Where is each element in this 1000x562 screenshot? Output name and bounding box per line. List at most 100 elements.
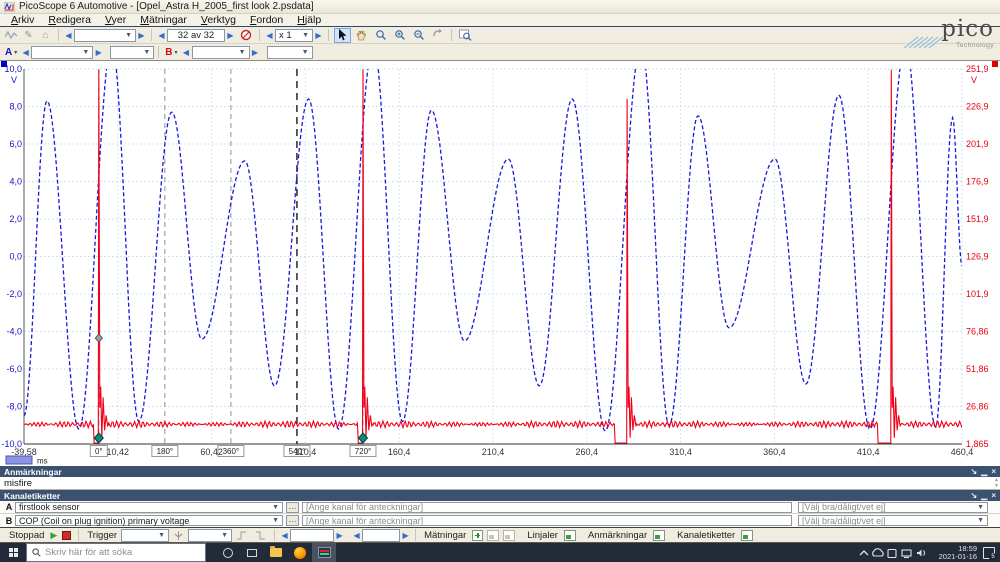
edit-measurement-button[interactable] (487, 529, 500, 541)
edit-pencil-icon[interactable]: ✎ (21, 28, 36, 42)
panel-minimize-icon[interactable]: ▁ (981, 467, 987, 476)
channel-quality-select[interactable]: [Välj bra/dåligt/vet ej] ▼ (798, 515, 988, 526)
rising-edge-icon[interactable] (233, 528, 250, 543)
zoom-marquee-tool-button[interactable] (372, 28, 389, 43)
channel-label-rows: Afirstlook sensor▼… [Välj bra/dåligt/vet … (0, 501, 1000, 528)
file-explorer-icon[interactable] (264, 543, 288, 562)
cortana-icon[interactable] (216, 543, 240, 562)
panel-close-icon[interactable]: × (991, 467, 996, 476)
channel-label-browse-button[interactable]: … (286, 501, 299, 513)
channel-labels-button[interactable] (741, 529, 754, 541)
rulers-button[interactable] (563, 529, 576, 541)
svg-text:V: V (971, 75, 977, 85)
channel-a-probe-select[interactable]: ▼ (110, 45, 155, 59)
panel-minimize-icon[interactable]: ▁ (981, 491, 987, 500)
prev-view-button[interactable]: ◀ (63, 31, 74, 40)
pan-hand-tool-button[interactable] (353, 28, 370, 43)
start-capture-icon[interactable]: ▶ (50, 530, 57, 541)
channel-b-probe-select[interactable]: ▼ (266, 45, 313, 59)
panel-float-icon[interactable]: ↘ (970, 491, 977, 500)
falling-edge-icon[interactable] (252, 528, 269, 543)
panel-close-icon[interactable]: × (991, 491, 996, 500)
zoom-overview-window-button[interactable] (457, 28, 474, 43)
select-tool-button[interactable] (334, 27, 351, 43)
channel-b-axis-marker[interactable] (992, 61, 998, 67)
svg-text:4,0: 4,0 (9, 177, 22, 187)
zoom-level-select[interactable]: x 1 ▼ (275, 28, 313, 42)
trigger-level-down-button[interactable]: ◀ (279, 531, 290, 540)
home-icon[interactable]: ⌂ (38, 28, 53, 42)
trigger-level-value[interactable] (290, 528, 335, 542)
prev-buffer-button[interactable]: ◀ (156, 31, 167, 40)
new-waveform-icon[interactable] (4, 28, 19, 42)
menu-item-verktyg[interactable]: Verktyg (194, 14, 243, 26)
next-buffer-button[interactable]: ▶ (225, 31, 236, 40)
menu-item-hjälp[interactable]: Hjälp (290, 14, 328, 26)
tray-icons[interactable] (857, 546, 933, 560)
channel-b-label[interactable]: B (165, 47, 172, 58)
panel-float-icon[interactable]: ↘ (970, 467, 977, 476)
menu-item-fordon[interactable]: Fordon (243, 14, 290, 26)
annotations-text-area[interactable]: misfire ▲ ▼ (0, 477, 1000, 490)
view-select[interactable]: ▼ (74, 28, 136, 42)
channel-b-range-select[interactable]: ▼ (191, 45, 250, 59)
channel-a-label[interactable]: A (5, 47, 12, 58)
svg-text:0,0: 0,0 (9, 252, 22, 262)
taskbar-search-input[interactable]: Skriv här för att söka (26, 543, 206, 562)
time-offset-box[interactable] (5, 455, 33, 465)
task-view-icon[interactable] (240, 543, 264, 562)
taskbar-clock[interactable]: 18:59 2021-01-16 (939, 544, 977, 561)
zoom-out-step-button[interactable]: ◀ (264, 31, 275, 40)
trigger-mode-select[interactable]: ▼ (121, 528, 170, 542)
ruler-partition-diamond[interactable] (94, 333, 103, 343)
svg-text:360,4: 360,4 (763, 447, 786, 457)
scope-graph[interactable]: 0° 180° 360° 540° 720°10,08,06,04,02,00,0-2,… (0, 61, 1000, 466)
svg-text:720°: 720° (355, 447, 372, 456)
waveform-area[interactable]: 0° 180° 360° 540° 720° 10,0 8,0 6,0 4,0 2,0 0,0 -2,… (0, 61, 1000, 466)
pretrigger-up-button[interactable]: ▶ (400, 531, 411, 540)
pretrigger-down-button[interactable]: ◀ (351, 531, 362, 540)
channel-a-options-icon[interactable]: ▾ (14, 49, 17, 56)
buffer-counter[interactable]: 32 av 32 (167, 28, 225, 42)
zoom-undo-tool-button[interactable] (429, 28, 446, 43)
menu-item-arkiv[interactable]: Arkiv (4, 14, 41, 26)
trigger-channel-select[interactable]: ▼ (188, 528, 233, 542)
channel-note-input[interactable] (302, 515, 792, 526)
pretrigger-value[interactable] (362, 528, 401, 542)
start-button[interactable] (0, 543, 26, 562)
channel-label-browse-button[interactable]: … (286, 515, 299, 526)
channel-note-input[interactable] (302, 501, 792, 513)
tray-chevron-icon (859, 549, 869, 555)
menu-item-vyer[interactable]: Vyer (98, 14, 133, 26)
firefox-icon[interactable] (288, 543, 312, 562)
buffer-overview-icon[interactable] (237, 28, 254, 43)
channel-a-range-select[interactable]: ▼ (31, 45, 94, 59)
rotation-rulers[interactable]: 0° 180° 360° 540° 720° (89, 69, 377, 457)
action-center-icon[interactable]: 5 (983, 546, 997, 561)
zoom-out-tool-button[interactable] (410, 28, 427, 43)
trigger-marker-icon[interactable] (170, 528, 187, 543)
svg-text:26,86: 26,86 (966, 402, 989, 412)
notes-scrollbar[interactable]: ▲ ▼ (994, 477, 999, 489)
zoom-in-step-button[interactable]: ▶ (313, 31, 324, 40)
add-measurement-button[interactable] (472, 529, 484, 541)
svg-text:60,42: 60,42 (200, 447, 223, 457)
stop-capture-button[interactable] (62, 530, 72, 540)
zoom-in-tool-button[interactable] (391, 28, 408, 43)
annotations-button[interactable] (653, 529, 666, 541)
channel-label-select[interactable]: COP (Coil on plug ignition) primary volt… (15, 515, 283, 526)
menu-item-mätningar[interactable]: Mätningar (133, 14, 194, 26)
channel-b-range-up-button[interactable]: ▶ (250, 48, 261, 57)
menu-item-redigera[interactable]: Redigera (41, 14, 98, 26)
channel-b-options-icon[interactable]: ▾ (174, 49, 177, 56)
trigger-level-up-button[interactable]: ▶ (334, 531, 345, 540)
channel-a-range-down-button[interactable]: ◀ (20, 48, 31, 57)
picoscope-taskbar-icon[interactable] (312, 543, 336, 562)
channel-label-select[interactable]: firstlook sensor ▼ (15, 501, 283, 513)
channel-a-range-up-button[interactable]: ▶ (93, 48, 104, 57)
delete-measurement-button[interactable] (503, 529, 516, 541)
channel-quality-select[interactable]: [Välj bra/dåligt/vet ej] ▼ (798, 501, 988, 513)
channel-b-range-down-button[interactable]: ◀ (181, 48, 192, 57)
next-view-button[interactable]: ▶ (136, 31, 147, 40)
svg-text:8,0: 8,0 (9, 102, 22, 112)
